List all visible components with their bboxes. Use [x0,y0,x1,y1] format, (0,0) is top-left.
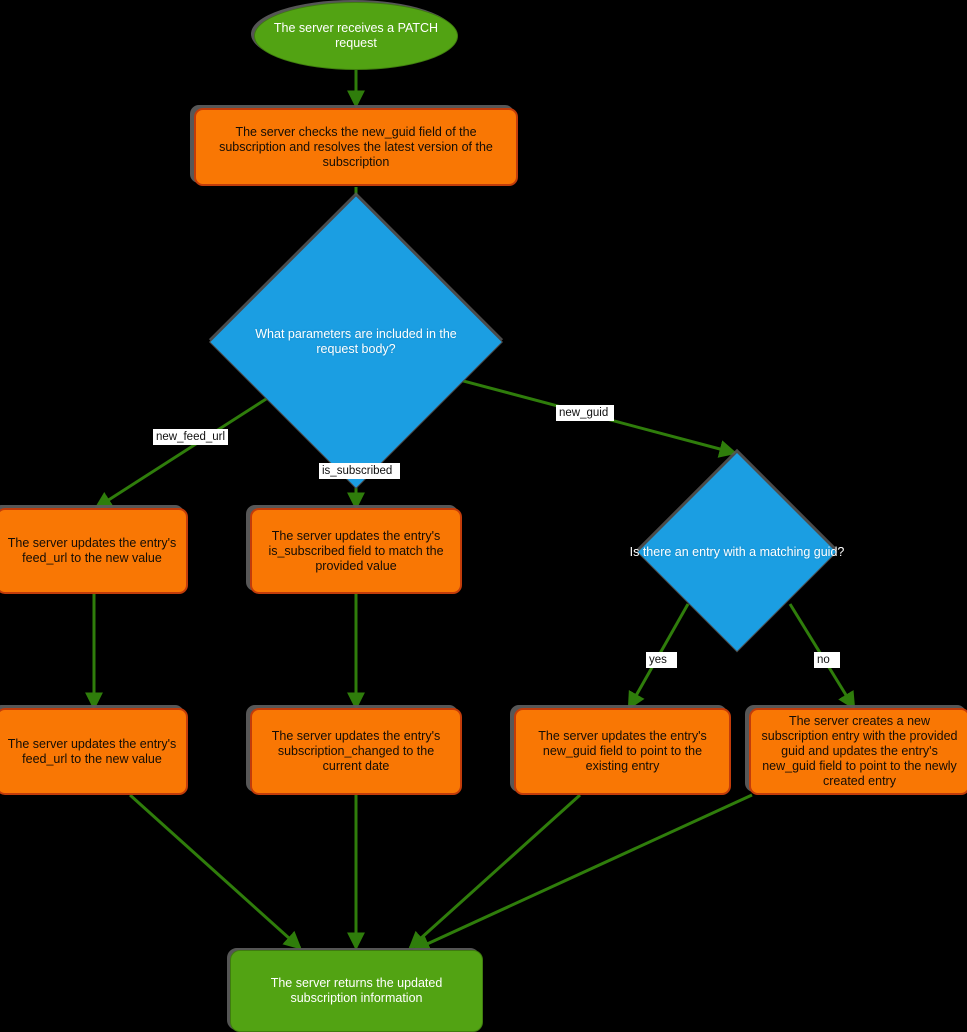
node-update-feed-url[interactable]: The server updates the entry's feed_url … [0,508,188,594]
node-update-feed-url-2[interactable]: The server updates the entry's feed_url … [0,708,188,795]
edge-label-no: no [814,652,840,668]
edge-label-new-feed-url: new_feed_url [153,429,228,445]
node-create-new-subscription[interactable]: The server creates a new subscription en… [749,708,967,795]
node-end-label: The server returns the updated subscript… [270,976,443,1005]
flowchart-canvas: The server receives a PATCH request The … [0,0,967,1032]
edge-label-new-guid: new_guid [556,405,614,421]
edge-decision-to-feedurl [93,390,278,510]
node-update-new-guid-existing-label: The server updates the entry's new_guid … [538,729,707,773]
edge-createsub-to-end [411,793,753,952]
node-update-subscription-changed-label: The server updates the entry's subscript… [271,729,441,773]
node-what-parameters[interactable]: What parameters are included in the requ… [208,194,504,490]
node-update-is-subscribed[interactable]: The server updates the entry's is_subscr… [250,508,462,594]
node-create-new-subscription-label: The server creates a new subscription en… [761,714,958,788]
node-update-is-subscribed-label: The server updates the entry's is_subscr… [268,528,444,573]
node-update-new-guid-existing[interactable]: The server updates the entry's new_guid … [514,708,731,795]
node-end[interactable]: The server returns the updated subscript… [230,950,483,1032]
node-start[interactable]: The server receives a PATCH request [254,2,458,70]
node-update-feed-url-label: The server updates the entry's feed_url … [7,536,177,565]
node-check-new-guid[interactable]: The server checks the new_guid field of … [194,108,518,186]
node-matching-guid[interactable]: Is there an entry with a matching guid? [630,451,844,653]
node-start-label: The server receives a PATCH request [273,21,439,50]
node-update-feed-url-2-label: The server updates the entry's feed_url … [7,736,177,766]
node-check-new-guid-label: The server checks the new_guid field of … [219,124,493,169]
node-update-subscription-changed[interactable]: The server updates the entry's subscript… [250,708,462,795]
node-matching-guid-label: Is there an entry with a matching guid? [629,544,845,559]
edge-label-is-subscribed: is_subscribed [319,463,400,479]
edge-newguidexisting-to-end [408,793,582,950]
edge-label-yes: yes [646,652,677,668]
node-what-parameters-label: What parameters are included in the requ… [255,327,457,356]
edge-feedurl2-to-end [128,793,302,950]
